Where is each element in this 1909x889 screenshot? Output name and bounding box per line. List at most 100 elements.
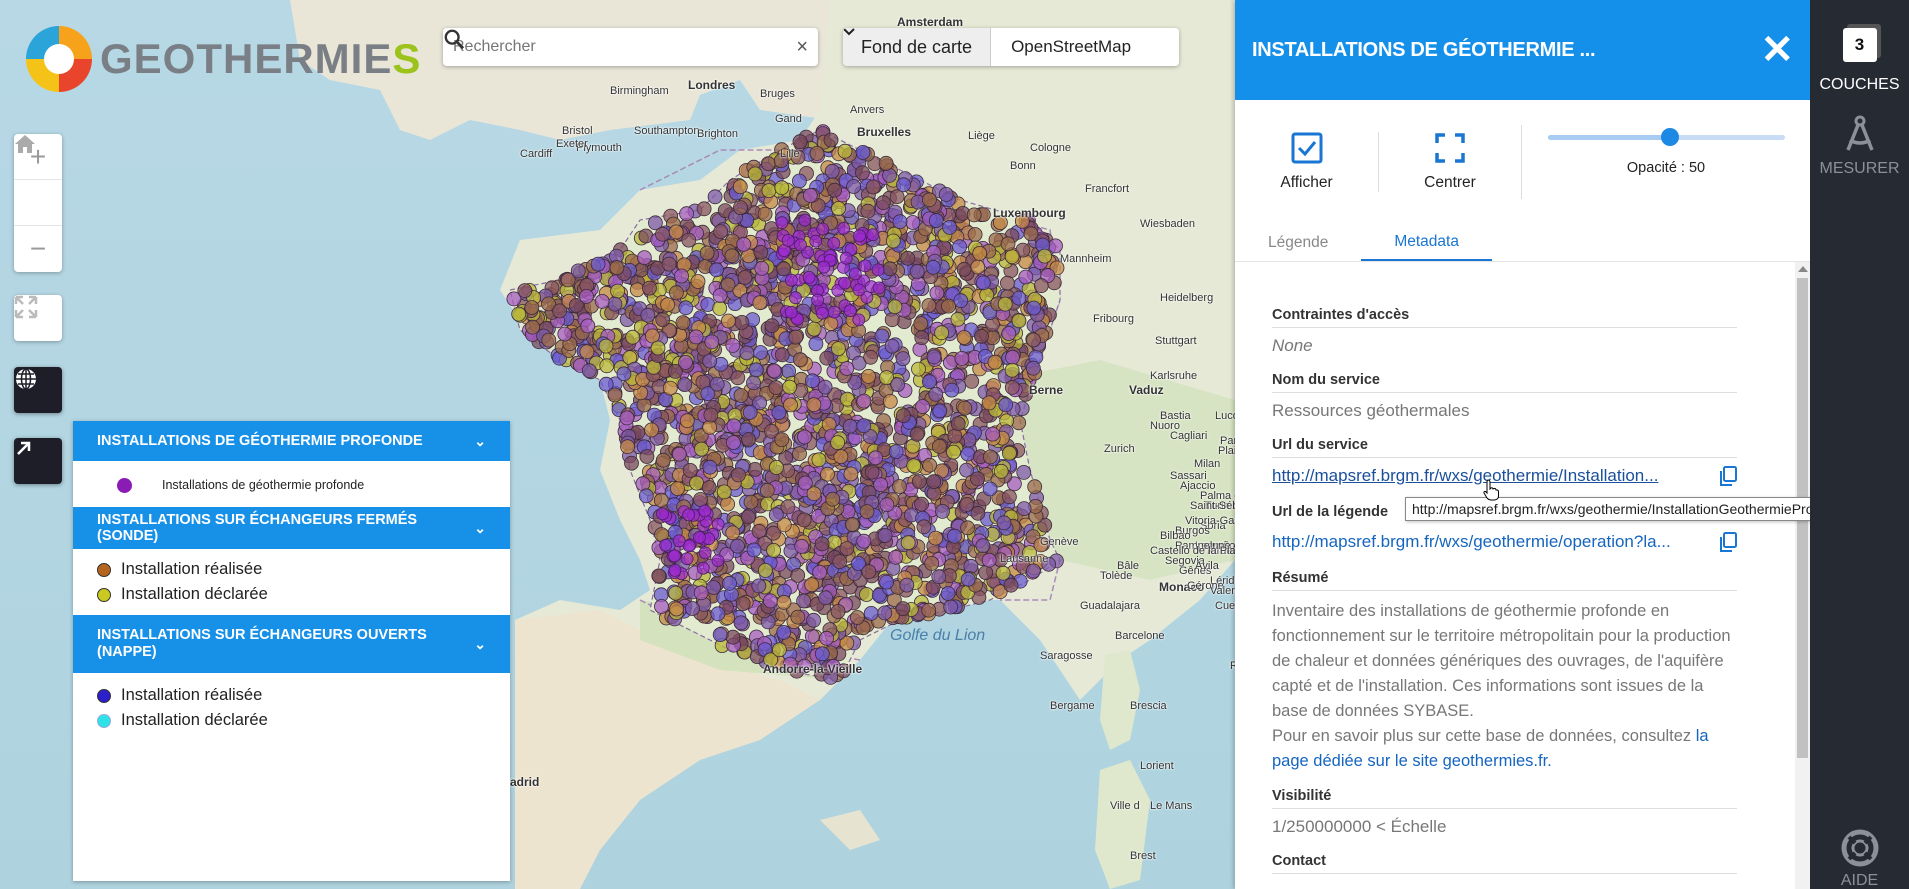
installation-marker[interactable] bbox=[831, 341, 846, 357]
installation-marker[interactable] bbox=[819, 630, 834, 646]
installation-marker[interactable] bbox=[879, 497, 895, 513]
installation-marker[interactable] bbox=[932, 438, 947, 454]
installation-marker[interactable] bbox=[734, 314, 750, 330]
installation-marker[interactable] bbox=[1016, 501, 1032, 517]
installation-marker[interactable] bbox=[712, 288, 728, 303]
deep-installation-marker[interactable] bbox=[682, 508, 696, 522]
installation-marker[interactable] bbox=[972, 245, 988, 261]
close-icon[interactable]: ✕ bbox=[1760, 30, 1794, 70]
installation-marker[interactable] bbox=[913, 316, 929, 332]
installation-marker[interactable] bbox=[693, 492, 708, 507]
deep-installation-marker[interactable] bbox=[866, 228, 880, 242]
installation-marker[interactable] bbox=[1004, 249, 1020, 265]
installation-marker[interactable] bbox=[580, 318, 596, 334]
installation-marker[interactable] bbox=[766, 543, 781, 558]
tab-legend[interactable]: Légende bbox=[1235, 224, 1361, 261]
deep-installation-marker[interactable] bbox=[698, 504, 712, 518]
center-layer-button[interactable]: Centrer bbox=[1378, 132, 1521, 192]
installation-marker[interactable] bbox=[875, 195, 891, 211]
installation-marker[interactable] bbox=[746, 542, 762, 558]
installation-marker[interactable] bbox=[910, 276, 926, 292]
deep-installation-marker[interactable] bbox=[781, 233, 795, 247]
installation-marker[interactable] bbox=[761, 183, 777, 199]
installation-marker[interactable] bbox=[1027, 479, 1043, 495]
installation-marker[interactable] bbox=[885, 233, 901, 249]
installation-marker[interactable] bbox=[690, 274, 706, 289]
installation-marker[interactable] bbox=[909, 264, 925, 279]
installation-marker[interactable] bbox=[926, 349, 942, 365]
installation-marker[interactable] bbox=[733, 615, 749, 631]
installation-marker[interactable] bbox=[964, 373, 980, 389]
deep-installation-marker[interactable] bbox=[672, 534, 686, 548]
installation-marker[interactable] bbox=[921, 298, 937, 313]
installation-marker[interactable] bbox=[693, 585, 709, 601]
installation-marker[interactable] bbox=[722, 575, 737, 591]
installation-marker[interactable] bbox=[928, 530, 943, 546]
installation-marker[interactable] bbox=[797, 429, 812, 445]
installation-marker[interactable] bbox=[746, 375, 761, 391]
installation-marker[interactable] bbox=[751, 578, 767, 594]
installation-marker[interactable] bbox=[935, 503, 950, 519]
deep-installation-marker[interactable] bbox=[784, 305, 798, 319]
installation-marker[interactable] bbox=[859, 504, 875, 520]
zoom-out-button[interactable]: − bbox=[14, 226, 62, 272]
installation-marker[interactable] bbox=[888, 444, 904, 460]
installation-marker[interactable] bbox=[916, 519, 932, 535]
help-button[interactable]: AIDE bbox=[1810, 828, 1909, 889]
installation-marker[interactable] bbox=[956, 330, 972, 345]
installation-marker[interactable] bbox=[905, 215, 921, 230]
globe-button[interactable] bbox=[14, 367, 62, 413]
installation-marker[interactable] bbox=[856, 418, 872, 434]
installation-marker[interactable] bbox=[792, 134, 808, 150]
installation-marker[interactable] bbox=[748, 362, 764, 378]
installation-marker[interactable] bbox=[940, 586, 956, 601]
deep-installation-marker[interactable] bbox=[853, 229, 866, 243]
installation-marker[interactable] bbox=[943, 599, 959, 615]
deep-installation-marker[interactable] bbox=[843, 304, 857, 318]
installation-marker[interactable] bbox=[642, 280, 657, 296]
installation-marker[interactable] bbox=[814, 536, 830, 552]
map-view[interactable]: Amsterdam Londres Bruxelles Luxembourg Berne… bbox=[0, 0, 1235, 889]
installation-marker[interactable] bbox=[653, 492, 669, 508]
installation-marker[interactable] bbox=[823, 132, 839, 148]
installation-marker[interactable] bbox=[806, 397, 822, 413]
installation-marker[interactable] bbox=[753, 244, 769, 260]
installation-marker[interactable] bbox=[782, 379, 797, 395]
installation-marker[interactable] bbox=[678, 300, 694, 316]
installation-marker[interactable] bbox=[997, 296, 1013, 312]
installation-marker[interactable] bbox=[970, 259, 986, 275]
installation-marker[interactable] bbox=[960, 520, 975, 536]
installation-marker[interactable] bbox=[524, 300, 540, 315]
installation-marker[interactable] bbox=[855, 144, 871, 160]
installation-marker[interactable] bbox=[655, 226, 670, 242]
installation-marker[interactable] bbox=[677, 377, 693, 393]
installation-marker[interactable] bbox=[941, 298, 956, 314]
installation-marker[interactable] bbox=[685, 601, 700, 616]
installation-marker[interactable] bbox=[950, 416, 966, 432]
installation-marker[interactable] bbox=[797, 475, 813, 491]
installation-marker[interactable] bbox=[856, 393, 872, 409]
installation-marker[interactable] bbox=[620, 439, 635, 455]
installation-marker[interactable] bbox=[892, 479, 907, 494]
installation-marker[interactable] bbox=[788, 329, 804, 345]
deep-installation-marker[interactable] bbox=[848, 267, 862, 281]
installation-marker[interactable] bbox=[763, 593, 778, 609]
installation-marker[interactable] bbox=[900, 250, 916, 266]
installation-marker[interactable] bbox=[855, 165, 870, 181]
basemap-selector[interactable]: Fond de carte OpenStreetMap bbox=[843, 28, 1180, 66]
installation-marker[interactable] bbox=[928, 386, 944, 402]
deep-installation-marker[interactable] bbox=[659, 538, 673, 552]
installation-marker[interactable] bbox=[896, 177, 911, 193]
installation-marker[interactable] bbox=[896, 408, 911, 424]
installation-marker[interactable] bbox=[922, 457, 938, 473]
installation-marker[interactable] bbox=[752, 295, 768, 311]
installation-marker[interactable] bbox=[741, 432, 756, 447]
installation-marker[interactable] bbox=[1002, 489, 1017, 505]
installation-marker[interactable] bbox=[681, 232, 697, 248]
installation-marker[interactable] bbox=[670, 481, 685, 497]
installation-marker[interactable] bbox=[884, 338, 900, 354]
deep-installation-marker[interactable] bbox=[794, 238, 807, 252]
installation-marker[interactable] bbox=[735, 596, 751, 612]
installation-marker[interactable] bbox=[624, 455, 639, 471]
scroll-up-arrow-icon[interactable] bbox=[1798, 266, 1808, 272]
